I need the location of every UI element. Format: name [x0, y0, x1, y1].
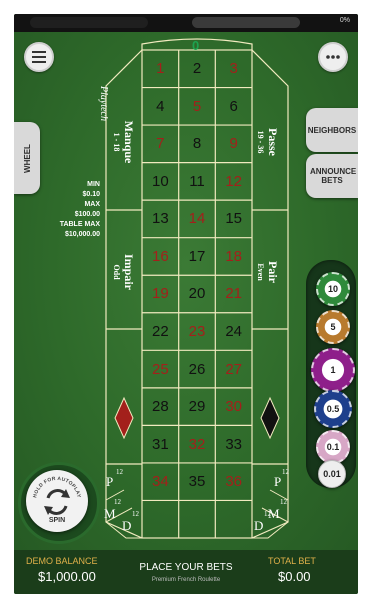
- wheel-tab-label: WHEEL: [22, 143, 32, 173]
- pair-label: Pair: [266, 261, 280, 283]
- impair-bet[interactable]: Impair Odd: [112, 242, 136, 302]
- ellipsis-icon: [326, 55, 340, 59]
- more-button[interactable]: [318, 42, 348, 72]
- number-cell-23[interactable]: 23: [179, 313, 216, 351]
- number-cell-24[interactable]: 24: [215, 313, 252, 351]
- game-name: Premium French Roulette: [151, 577, 221, 583]
- spin-label: SPIN: [48, 517, 66, 524]
- number-cell-33[interactable]: 33: [215, 425, 252, 463]
- number-cell-6[interactable]: 6: [215, 88, 252, 126]
- dozen-right-p[interactable]: P: [274, 474, 281, 490]
- passe-label: Passe: [266, 128, 280, 156]
- number-cell-11[interactable]: 11: [179, 163, 216, 201]
- neighbors-button[interactable]: NEIGHBORS: [306, 108, 358, 152]
- number-cell-4[interactable]: 4: [142, 88, 179, 126]
- number-cell-26[interactable]: 26: [179, 350, 216, 388]
- min-value: $0.10: [82, 191, 100, 198]
- number-cell-20[interactable]: 20: [179, 275, 216, 313]
- total-bet-value: $0.00: [278, 569, 311, 584]
- chip-5[interactable]: 5: [316, 310, 350, 344]
- wheel-tab[interactable]: WHEEL: [14, 122, 40, 194]
- number-cell-7[interactable]: 7: [142, 125, 179, 163]
- hold-autoplay-text: HOLD FOR AUTOPLAY: [32, 476, 81, 499]
- number-cell-8[interactable]: 8: [179, 125, 216, 163]
- number-cell-34[interactable]: 34: [142, 463, 179, 501]
- impair-sub: Odd: [112, 264, 121, 280]
- number-cell-30[interactable]: 30: [215, 388, 252, 426]
- place-bets-message: PLACE YOUR BETS: [139, 562, 233, 573]
- max-value: $100.00: [74, 211, 100, 218]
- dozen-right-m[interactable]: M: [268, 506, 280, 522]
- svg-text:HOLD FOR AUTOPLAY: HOLD FOR AUTOPLAY: [32, 476, 82, 499]
- manque-range: 1 - 18: [112, 132, 121, 152]
- game-screen: 0% 0 1 2 3 4 5 6 7 8 9 10 11 12 13 14 15…: [14, 14, 358, 594]
- total-bet-label: TOTAL BET: [268, 556, 316, 566]
- hamburger-icon: [32, 51, 46, 63]
- neighbors-label: NEIGHBORS: [307, 125, 357, 135]
- spin-button[interactable]: HOLD FOR AUTOPLAY SPIN: [26, 470, 88, 532]
- dozen-left-m[interactable]: M: [104, 506, 116, 522]
- number-cell-31[interactable]: 31: [142, 425, 179, 463]
- chip-10[interactable]: 10: [316, 272, 350, 306]
- passe-range: 19 - 36: [256, 130, 265, 154]
- bottom-bar: DEMO BALANCE $1,000.00 PLACE YOUR BETS P…: [14, 550, 358, 594]
- number-cell-32[interactable]: 32: [179, 425, 216, 463]
- pair-bet[interactable]: Pair Even: [256, 242, 280, 302]
- dozen-left-m-count: 12: [114, 498, 121, 506]
- number-cell-18[interactable]: 18: [215, 238, 252, 276]
- chip-1[interactable]: 1: [311, 348, 355, 392]
- brand-logo: Playtech: [97, 86, 109, 121]
- announce-bets-label: ANNOUNCE BETS: [310, 167, 357, 185]
- number-cell-2[interactable]: 2: [179, 50, 216, 88]
- black-diamond: [260, 396, 280, 440]
- manque-bet[interactable]: Manque 1 - 18: [112, 112, 136, 172]
- passe-bet[interactable]: Passe 19 - 36: [256, 112, 280, 172]
- number-cell-12[interactable]: 12: [215, 163, 252, 201]
- number-cell-14[interactable]: 14: [179, 200, 216, 238]
- number-cell-13[interactable]: 13: [142, 200, 179, 238]
- chip-0-5[interactable]: 0.5: [314, 390, 352, 428]
- impair-label: Impair: [122, 254, 136, 290]
- max-label: MAX: [84, 201, 100, 208]
- number-cell-3[interactable]: 3: [215, 50, 252, 88]
- number-cell-16[interactable]: 16: [142, 238, 179, 276]
- min-label: MIN: [87, 181, 100, 188]
- limits-panel: MIN $0.10 MAX $100.00 TABLE MAX $10,000.…: [44, 180, 100, 240]
- number-cell-22[interactable]: 22: [142, 313, 179, 351]
- dozen-left-p[interactable]: P: [106, 474, 113, 490]
- number-cell-15[interactable]: 15: [215, 200, 252, 238]
- number-cell-29[interactable]: 29: [179, 388, 216, 426]
- chip-0-1[interactable]: 0.1: [316, 430, 350, 464]
- dozen-right-d[interactable]: D: [254, 518, 263, 534]
- number-cell-21[interactable]: 21: [215, 275, 252, 313]
- table-max-label: TABLE MAX: [59, 221, 100, 228]
- number-cell-27[interactable]: 27: [215, 350, 252, 388]
- number-cell-10[interactable]: 10: [142, 163, 179, 201]
- dozen-left-d[interactable]: D: [122, 518, 131, 534]
- manque-label: Manque: [122, 120, 136, 164]
- number-cell-1[interactable]: 1: [142, 50, 179, 88]
- pair-sub: Even: [256, 263, 265, 281]
- number-cell-28[interactable]: 28: [142, 388, 179, 426]
- number-cell-35[interactable]: 35: [179, 463, 216, 501]
- dozen-left-d-count: 12: [132, 510, 139, 518]
- number-cell-5[interactable]: 5: [179, 88, 216, 126]
- number-cell-17[interactable]: 17: [179, 238, 216, 276]
- number-cell-36[interactable]: 36: [215, 463, 252, 501]
- dozen-left-p-count: 12: [116, 468, 123, 476]
- table-max-value: $10,000.00: [64, 231, 100, 238]
- number-cell-19[interactable]: 19: [142, 275, 179, 313]
- chip-0-01[interactable]: 0.01: [318, 460, 346, 488]
- number-cell-25[interactable]: 25: [142, 350, 179, 388]
- dozen-right-p-count: 12: [282, 468, 289, 476]
- announce-bets-button[interactable]: ANNOUNCE BETS: [306, 154, 358, 198]
- dozen-right-m-count: 12: [280, 498, 287, 506]
- number-cell-9[interactable]: 9: [215, 125, 252, 163]
- menu-button[interactable]: [24, 42, 54, 72]
- red-diamond: [114, 396, 134, 440]
